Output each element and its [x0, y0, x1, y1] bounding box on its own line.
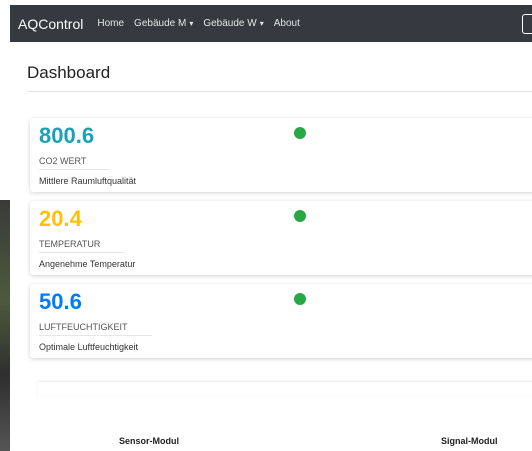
signal-module-label: Signal-Modul: [441, 436, 498, 446]
humidity-value: 50.6: [39, 289, 82, 314]
nav-gebaeude-w-dropdown[interactable]: Gebäude W ▾: [203, 18, 263, 29]
humidity-card: 50.6 LUFTFEUCHTIGKEIT Optimale Luftfeuch…: [30, 284, 532, 358]
caret-down-icon: ▾: [189, 19, 194, 28]
nav-about-label: About: [273, 18, 300, 29]
temperature-status-dot-icon: [294, 210, 306, 222]
humidity-status-dot-icon: [294, 293, 306, 305]
co2-status-dot-icon: [294, 127, 306, 139]
temperature-label: TEMPERATUR: [39, 239, 125, 253]
nav-home-label: Home: [97, 18, 125, 29]
navbar: AQControl Home Gebäude M ▾ Gebäude W ▾ A…: [10, 5, 532, 42]
brand-link[interactable]: AQControl: [18, 16, 83, 32]
page-title: Dashboard: [27, 63, 111, 82]
co2-description: Mittlere Raumluftqualität: [39, 176, 137, 186]
caret-down-icon: ▾: [259, 19, 264, 28]
sensor-module-label: Sensor-Modul: [119, 436, 179, 446]
title-divider: [27, 91, 532, 92]
humidity-label: LUFTFEUCHTIGKEIT: [39, 322, 152, 336]
humidity-description: Optimale Luftfeuchtigkeit: [39, 342, 139, 352]
co2-label: CO2 WERT: [39, 156, 111, 170]
nav-gebaeude-m-dropdown[interactable]: Gebäude M ▾: [134, 18, 193, 29]
modules-card: [38, 382, 532, 396]
background-window-edge: [0, 200, 10, 451]
nav-gebaeude-w-label: Gebäude W: [203, 18, 257, 29]
co2-value: 800.6: [39, 123, 95, 148]
temperature-description: Angenehme Temperatur: [39, 259, 136, 269]
co2-card: 800.6 CO2 WERT Mittlere Raumluftqualität: [30, 118, 532, 192]
temperature-card: 20.4 TEMPERATUR Angenehme Temperatur: [30, 201, 532, 275]
temperature-value: 20.4: [39, 206, 82, 231]
nav-home[interactable]: Home: [97, 18, 124, 29]
navbar-right-button[interactable]: [522, 14, 532, 34]
nav-about[interactable]: About: [274, 18, 300, 29]
nav-gebaeude-m-label: Gebäude M: [134, 18, 187, 29]
